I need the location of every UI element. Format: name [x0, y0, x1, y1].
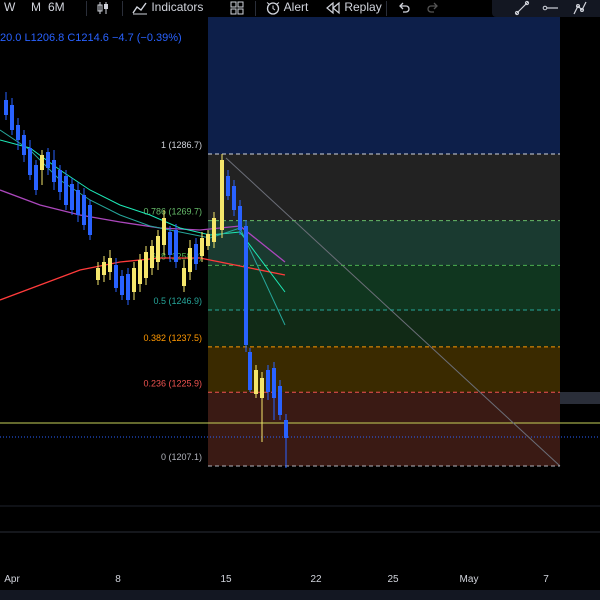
indicators-button[interactable]: Indicators: [132, 0, 203, 17]
fib-level-label: 0.5 (1246.9): [153, 296, 202, 306]
candle-body: [4, 100, 8, 115]
toolbar-divider: [386, 1, 387, 16]
x-axis-label: 15: [220, 574, 232, 585]
toolbar-divider: [122, 1, 123, 16]
fib-level-label: 1 (1286.7): [161, 140, 202, 150]
fib-level-label: 0.236 (1225.9): [143, 378, 202, 388]
drawing-tools-panel: [492, 0, 600, 17]
candle-body: [174, 230, 178, 262]
candle-body: [16, 125, 20, 140]
alert-button[interactable]: Alert: [265, 0, 308, 17]
candle-body: [34, 165, 38, 190]
fib-zone: [208, 154, 560, 221]
candle-body: [64, 176, 68, 205]
fib-zone: [208, 310, 560, 347]
fib-level-label: 0.382 (1237.5): [143, 333, 202, 343]
replay-label: Replay: [344, 0, 382, 14]
redo-icon[interactable]: [426, 0, 440, 17]
candle-body: [244, 226, 248, 345]
candlestick-icon[interactable]: [96, 0, 110, 17]
candle-body: [76, 190, 80, 215]
timeframe-6m[interactable]: 6M: [48, 0, 65, 17]
ohlc-legend: 20.0 L1206.8 C1214.6 −4.7 (−0.39%): [0, 32, 182, 44]
candle-body: [58, 170, 62, 192]
candle-body: [206, 234, 210, 246]
timeframe-m[interactable]: M: [31, 0, 41, 17]
fib-upper-zone: [208, 17, 560, 154]
candle-body: [266, 370, 270, 392]
price-marker: [560, 392, 600, 404]
x-axis-label: Apr: [4, 574, 20, 585]
candle-body: [138, 260, 142, 284]
fib-level-label: 0.786 (1269.7): [143, 207, 202, 217]
candle-body: [40, 155, 44, 170]
replay-rewind-icon: [325, 0, 341, 15]
candle-body: [162, 218, 166, 245]
candle-body: [46, 152, 50, 168]
x-axis-label: 7: [543, 574, 549, 585]
legend-change: −4.7 (−0.39%): [112, 32, 182, 44]
fib-level-label: 0 (1207.1): [161, 452, 202, 462]
alarm-clock-icon: [265, 0, 281, 15]
legend-low-value: 1206.8: [30, 32, 65, 44]
candle-body: [144, 252, 148, 278]
horizontal-ray-icon[interactable]: [542, 0, 558, 17]
candle-body: [52, 160, 56, 182]
legend-close-value: 1214.6: [75, 32, 109, 44]
alert-label: Alert: [283, 0, 309, 14]
candle-body: [132, 268, 136, 292]
candle-body: [114, 265, 118, 288]
candle-body: [96, 268, 100, 280]
candle-body: [226, 176, 230, 196]
candle-body: [260, 378, 264, 398]
x-axis-label: 22: [310, 574, 322, 585]
layout-grid-icon[interactable]: [230, 0, 244, 17]
top-toolbar: W M 6M Indicators Alert Replay: [0, 0, 600, 17]
undo-icon[interactable]: [397, 0, 411, 17]
candle-body: [156, 236, 160, 262]
candle-body: [238, 206, 242, 230]
x-axis-label: May: [460, 574, 479, 585]
candle-body: [10, 105, 14, 130]
legend-fragment: 20.0: [0, 32, 22, 44]
candle-body: [108, 258, 112, 272]
candle-body: [194, 244, 198, 264]
candle-body: [28, 148, 32, 175]
candle-body: [278, 386, 282, 415]
candle-body: [200, 238, 204, 256]
candle-body: [22, 135, 26, 155]
candle-body: [188, 248, 192, 272]
path-icon[interactable]: [572, 0, 588, 17]
x-axis-label: 25: [387, 574, 399, 585]
price-chart[interactable]: 1 (1286.7)0.786 (1269.7).618 (1258.3)0.5…: [0, 0, 600, 600]
candle-body: [120, 276, 124, 295]
candle-body: [82, 195, 86, 225]
indicators-icon: [132, 0, 148, 15]
candle-body: [126, 274, 130, 300]
toolbar-divider: [255, 1, 256, 16]
timeframe-w[interactable]: W: [4, 0, 15, 17]
candle-body: [150, 246, 154, 268]
candle-body: [248, 352, 252, 390]
candle-body: [220, 160, 224, 230]
bottom-scroll-bar[interactable]: [0, 590, 600, 600]
replay-button[interactable]: Replay: [325, 0, 382, 17]
candle-body: [168, 232, 172, 255]
candle-body: [182, 268, 186, 286]
trend-line-icon[interactable]: [514, 0, 530, 17]
candle-body: [272, 368, 276, 398]
candle-body: [212, 218, 216, 242]
candle-body: [70, 184, 74, 210]
candle-body: [88, 205, 92, 235]
candle-body: [102, 262, 106, 275]
x-axis-label: 8: [115, 574, 121, 585]
indicators-label: Indicators: [151, 0, 204, 14]
candle-body: [254, 370, 258, 394]
candle-body: [232, 186, 236, 210]
candle-body: [284, 420, 288, 438]
toolbar-divider: [86, 1, 87, 16]
fib-zone: [208, 392, 560, 466]
